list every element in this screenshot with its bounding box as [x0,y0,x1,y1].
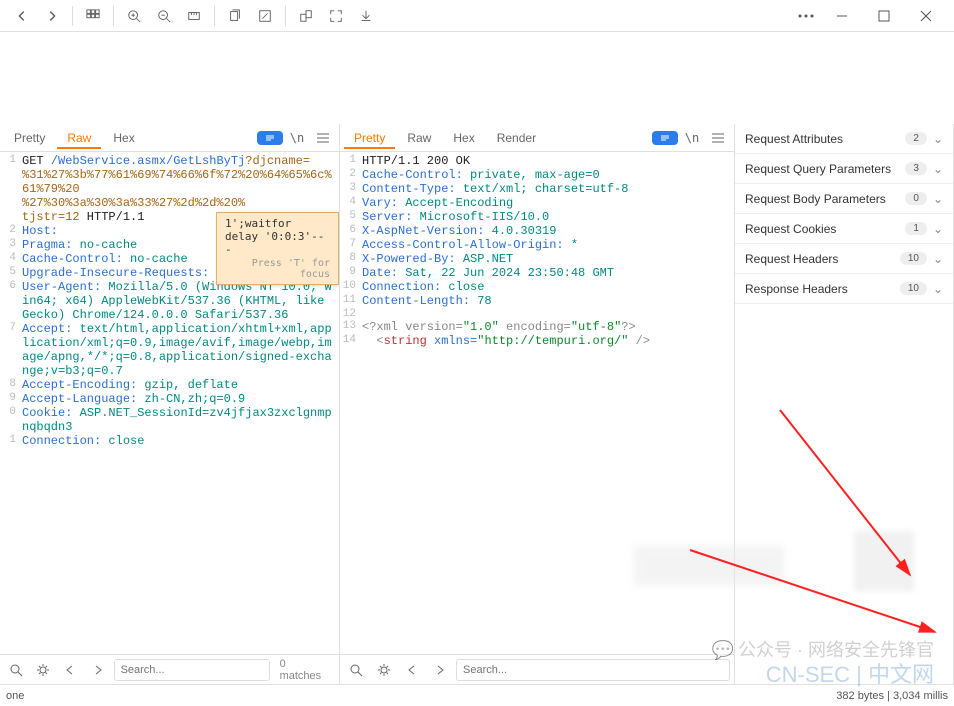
tab-response-raw[interactable]: Raw [397,127,441,149]
inspector-row-resp-headers[interactable]: Response Headers 10 ⌄ [735,274,953,304]
scale-icon[interactable] [292,3,320,29]
gear-icon[interactable] [372,659,396,681]
actions-button[interactable] [257,131,283,145]
request-pane: Pretty Raw Hex \n 1GET /WebService.asmx/… [0,124,340,684]
more-icon[interactable] [792,3,820,29]
search-icon[interactable] [344,659,368,681]
response-tabs: Pretty Raw Hex Render \n [340,124,734,152]
request-match-count: 0 matches [274,658,335,682]
grid-icon[interactable] [79,3,107,29]
main-toolbar [0,0,954,32]
chevron-down-icon: ⌄ [933,162,943,176]
newline-icon[interactable]: \n [285,127,309,149]
minimize-button[interactable] [822,3,862,29]
request-bottombar: 0 matches [0,654,339,684]
tab-request-hex[interactable]: Hex [103,127,144,149]
chevron-down-icon: ⌄ [933,132,943,146]
newline-icon[interactable]: \n [680,127,704,149]
main-content: Pretty Raw Hex \n 1GET /WebService.asmx/… [0,124,954,684]
zoom-in-icon[interactable] [120,3,148,29]
tab-response-pretty[interactable]: Pretty [344,127,395,149]
ruler-icon[interactable] [180,3,208,29]
back-button[interactable] [8,3,36,29]
status-right: 382 bytes | 3,034 millis [836,690,948,702]
inspector-row-body-params[interactable]: Request Body Parameters 0 ⌄ [735,184,953,214]
chevron-down-icon: ⌄ [933,282,943,296]
request-search-input[interactable] [114,659,270,681]
zoom-out-icon[interactable] [150,3,178,29]
forward-button[interactable] [38,3,66,29]
gear-icon[interactable] [31,659,54,681]
response-pane: Pretty Raw Hex Render \n 1HTTP/1.1 200 O… [340,124,735,684]
inspector-row-request-attributes[interactable]: Request Attributes 2 ⌄ [735,124,953,154]
request-editor[interactable]: 1GET /WebService.asmx/GetLshByTj?djcname… [0,152,339,654]
fullscreen-icon[interactable] [322,3,350,29]
response-bottombar [340,654,734,684]
send-right-icon[interactable] [86,659,109,681]
tab-request-pretty[interactable]: Pretty [4,127,55,149]
search-icon[interactable] [4,659,27,681]
status-bar: one 382 bytes | 3,034 millis [0,684,954,706]
send-right-icon[interactable] [428,659,452,681]
tab-response-render[interactable]: Render [487,127,546,149]
actions-button[interactable] [652,131,678,145]
inspector-row-query-params[interactable]: Request Query Parameters 3 ⌄ [735,154,953,184]
chevron-down-icon: ⌄ [933,222,943,236]
tab-response-hex[interactable]: Hex [443,127,484,149]
inspector-row-cookies[interactable]: Request Cookies 1 ⌄ [735,214,953,244]
inspector-pane: Request Attributes 2 ⌄ Request Query Par… [735,124,954,684]
chevron-down-icon: ⌄ [933,192,943,206]
inspector-row-req-headers[interactable]: Request Headers 10 ⌄ [735,244,953,274]
hamburger-icon[interactable] [311,127,335,149]
chevron-down-icon: ⌄ [933,252,943,266]
hamburger-icon[interactable] [706,127,730,149]
request-tabs: Pretty Raw Hex \n [0,124,339,152]
maximize-button[interactable] [864,3,904,29]
status-left: one [6,690,24,702]
send-left-icon[interactable] [400,659,424,681]
edit-icon[interactable] [251,3,279,29]
decode-tooltip: 1';waitfor delay '0:0:3'-- - Press 'T' f… [216,212,339,285]
download-icon[interactable] [352,3,380,29]
copy-icon[interactable] [221,3,249,29]
send-left-icon[interactable] [59,659,82,681]
response-editor[interactable]: 1HTTP/1.1 200 OK 2Cache-Control: private… [340,152,734,654]
close-button[interactable] [906,3,946,29]
response-search-input[interactable] [456,659,730,681]
tab-request-raw[interactable]: Raw [57,127,101,149]
